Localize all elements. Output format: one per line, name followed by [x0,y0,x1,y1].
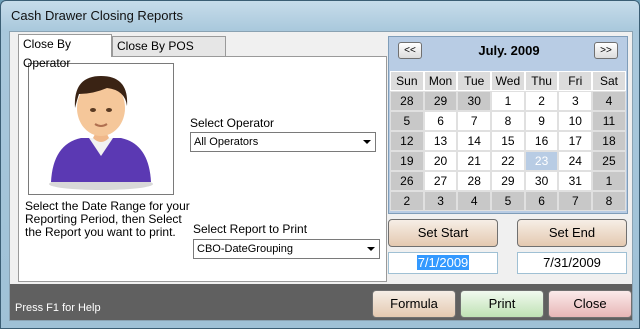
formula-button[interactable]: Formula [372,290,456,318]
calendar-day[interactable]: 21 [457,151,492,171]
calendar-day[interactable]: 28 [457,171,492,191]
tab-close-by-operator[interactable]: Close By Operator [18,34,112,70]
calendar-day[interactable]: 30 [524,171,559,191]
report-select[interactable]: CBO-DateGrouping [193,239,380,259]
prev-month-button[interactable]: << [398,42,422,59]
calendar-day[interactable]: 14 [457,131,492,151]
calendar-day[interactable]: 25 [592,151,626,171]
calendar-day[interactable]: 17 [558,131,593,151]
calendar-day[interactable]: 28 [390,91,424,111]
calendar-day[interactable]: 19 [390,151,424,171]
calendar-day[interactable]: 5 [390,111,424,131]
weekday-header: Sat [592,71,626,91]
calendar-day[interactable]: 4 [457,191,492,211]
calendar-day[interactable]: 11 [592,111,626,131]
calendar-day[interactable]: 31 [558,171,593,191]
start-date-field[interactable]: 7/1/2009 [388,252,498,274]
close-button[interactable]: Close [548,290,632,318]
chevron-down-icon [363,140,371,144]
calendar-day[interactable]: 24 [558,151,593,171]
month-calendar: << July. 2009 >> Sun Mon Tue Wed Thu Fri Sat 28… [388,36,628,214]
set-start-button[interactable]: Set Start [388,219,498,247]
weekday-header: Wed [491,71,525,91]
calendar-day[interactable]: 29 [491,171,525,191]
operator-tab-panel: Select Operator All Operators Select Rep… [18,56,387,282]
calendar-day[interactable]: 1 [592,171,626,191]
weekday-header: Thu [524,71,559,91]
print-button[interactable]: Print [460,290,544,318]
calendar-day[interactable]: 6 [423,111,458,131]
calendar-month-title: July. 2009 [478,43,540,58]
weekday-header: Tue [457,71,492,91]
end-date-field[interactable]: 7/31/2009 [517,252,627,274]
calendar-week-row: 12 13 14 15 16 17 18 [390,131,626,151]
date-range-instructions: Select the Date Range for your Reporting… [25,199,190,239]
calendar-day[interactable]: 13 [423,131,458,151]
calendar-day[interactable]: 2 [524,91,559,111]
calendar-day[interactable]: 16 [524,131,559,151]
calendar-week-row: 2345678 [390,191,626,211]
select-operator-label: Select Operator [190,116,275,130]
operator-select[interactable]: All Operators [190,132,376,152]
next-month-button[interactable]: >> [594,42,618,59]
report-window: Cash Drawer Closing Reports Close By Ope… [0,0,640,329]
calendar-week-row: 26 27 28 29 30 31 1 [390,171,626,191]
calendar-day[interactable]: 9 [524,111,559,131]
weekday-header-row: Sun Mon Tue Wed Thu Fri Sat [390,71,626,91]
calendar-day[interactable]: 18 [592,131,626,151]
calendar-week-row: 19 20 21 22 23 24 25 [390,151,626,171]
help-hint: Press F1 for Help [15,302,101,314]
calendar-day[interactable]: 5 [491,191,525,211]
calendar-day[interactable]: 30 [457,91,492,111]
weekday-header: Fri [558,71,593,91]
calendar-day[interactable]: 20 [423,151,458,171]
calendar-day[interactable]: 10 [558,111,593,131]
calendar-day[interactable]: 8 [491,111,525,131]
calendar-day[interactable]: 4 [592,91,626,111]
calendar-day[interactable]: 29 [423,91,458,111]
select-report-label: Select Report to Print [193,222,308,236]
calendar-day[interactable]: 6 [524,191,559,211]
calendar-day[interactable]: 15 [491,131,525,151]
operator-avatar-image [28,63,174,195]
calendar-day[interactable]: 22 [491,151,525,171]
calendar-day[interactable]: 2 [390,191,424,211]
calendar-day[interactable]: 3 [558,91,593,111]
calendar-day[interactable]: 7 [558,191,593,211]
calendar-day[interactable]: 3 [423,191,458,211]
calendar-day[interactable]: 26 [390,171,424,191]
report-select-value: CBO-DateGrouping [197,243,293,255]
calendar-day[interactable]: 1 [491,91,525,111]
weekday-header: Mon [423,71,458,91]
tab-close-by-pos-station[interactable]: Close By POS Station [112,36,226,72]
calendar-day[interactable]: 7 [457,111,492,131]
start-date-value: 7/1/2009 [416,255,470,270]
window-title: Cash Drawer Closing Reports [11,8,183,23]
calendar-grid: Sun Mon Tue Wed Thu Fri Sat 28 29 30 1 2 3 4 5 6 7 8 9 10 11… [390,71,626,211]
window-client-area: Close By Operator Close By POS Station S… [9,31,633,321]
calendar-day[interactable]: 27 [423,171,458,191]
calendar-week-row: 5 6 7 8 9 10 11 [390,111,626,131]
calendar-day[interactable]: 8 [592,191,626,211]
weekday-header: Sun [390,71,424,91]
calendar-day[interactable]: 12 [390,131,424,151]
chevron-down-icon [367,247,375,251]
set-end-button[interactable]: Set End [517,219,627,247]
operator-select-value: All Operators [194,136,259,148]
calendar-week-row: 28 29 30 1 2 3 4 [390,91,626,111]
calendar-day[interactable]: 23 [524,151,559,171]
